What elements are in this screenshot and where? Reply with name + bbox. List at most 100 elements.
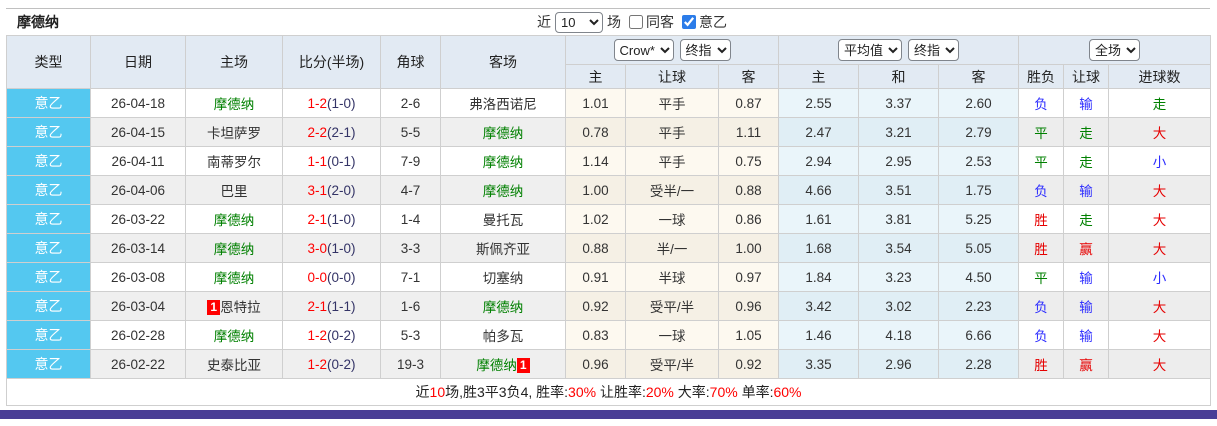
score-fulltime: 1-2 [307,327,327,343]
cell-result-2: 大 [1108,175,1212,205]
summary-line: 近10场,胜3平3负4, 胜率:30% 让胜率:20% 大率:70% 单率:60… [5,378,1212,406]
summary-segment: 让胜率: [596,384,646,400]
match-rows: 意乙 26-04-18 摩德纳 1-2(1-0) 2-6 弗洛西诺尼 1.01 平手 0.87 2… [6,88,1212,379]
cell-date: 26-03-08 [90,262,186,292]
cell-odds-1: 半球 [625,262,719,292]
team-name: 斯佩齐亚 [476,242,530,257]
subheader-odds-home: 主 [565,64,626,89]
cell-result-1: 赢 [1063,233,1110,263]
cell-odds-0: 0.78 [565,117,626,147]
cell-avg-0: 3.42 [778,291,860,321]
cell-result-2: 大 [1108,204,1212,234]
cell-result-2: 大 [1108,349,1212,379]
score-fulltime: 1-1 [307,153,327,169]
cell-odds-2: 1.05 [717,320,780,350]
cell-home-team: 摩德纳 [185,262,283,292]
cell-away-team: 摩德纳 [440,146,566,176]
same-away-toggle[interactable]: 同客 [625,12,674,32]
cell-corner: 4-7 [380,175,441,205]
cell-score: 2-1(1-0) [282,204,381,234]
cell-home-team: 南蒂罗尔 [185,146,283,176]
cell-corner: 19-3 [380,349,441,379]
score-fulltime: 2-1 [307,211,327,227]
cell-result-1: 走 [1063,146,1110,176]
cell-odds-0: 0.92 [565,291,626,321]
cell-home-team: 摩德纳 [185,204,283,234]
team-name: 曼托瓦 [482,213,524,228]
recent-count-select[interactable]: 10 [555,11,603,33]
cell-corner: 3-3 [380,233,441,263]
summary-segment: 70% [709,384,738,400]
cell-away-team: 曼托瓦 [440,204,566,234]
cell-score: 1-1(0-1) [282,146,381,176]
cell-away-team: 摩德纳 [440,117,566,147]
team-name: 卡坦萨罗 [207,126,261,141]
cell-avg-0: 1.46 [778,320,860,350]
subheader-odds-line: 让球 [625,64,719,89]
cell-result-0: 胜 [1018,233,1065,263]
odds-stage-select[interactable]: 终指 [679,39,731,61]
cell-result-1: 走 [1063,204,1110,234]
subheader-result-handicap: 让球 [1063,64,1110,89]
cell-avg-1: 3.37 [858,88,940,118]
score-halftime: (1-0) [327,211,356,227]
cell-result-0: 负 [1018,291,1065,321]
cell-result-0: 胜 [1018,349,1065,379]
cell-odds-2: 0.87 [717,88,780,118]
cell-avg-2: 2.23 [938,291,1020,321]
col-header-date: 日期 [90,35,186,89]
col-header-type: 类型 [6,35,91,89]
score-fulltime: 0-0 [307,269,327,285]
score-halftime: (0-2) [327,327,356,343]
cell-date: 26-03-04 [90,291,186,321]
cell-date: 26-04-18 [90,88,186,118]
team-name: 摩德纳 [482,155,524,170]
cell-result-1: 输 [1063,175,1110,205]
recent-label: 近 [537,14,551,30]
score-halftime: (1-0) [327,95,356,111]
cell-odds-0: 0.91 [565,262,626,292]
match-row: 意乙 26-04-15 卡坦萨罗 2-2(2-1) 5-5 摩德纳 0.78 平手 1.11 2.… [6,117,1212,147]
cell-result-0: 平 [1018,146,1065,176]
page-title: 摩德纳 [17,14,59,30]
cell-result-2: 大 [1108,291,1212,321]
odds-provider-select[interactable]: Crow* [613,39,674,61]
cell-avg-2: 1.75 [938,175,1020,205]
same-away-checkbox[interactable] [629,15,643,29]
score-halftime: (0-2) [327,356,356,372]
cell-avg-1: 3.54 [858,233,940,263]
cell-away-team: 摩德纳 [440,175,566,205]
matches-unit-label: 场 [607,14,621,30]
avg-type-select[interactable]: 平均值 [838,39,903,61]
cell-avg-1: 2.95 [858,146,940,176]
league-filter-toggle[interactable]: 意乙 [678,12,727,32]
cell-score: 3-1(2-0) [282,175,381,205]
cell-avg-0: 2.55 [778,88,860,118]
cell-league-type: 意乙 [6,88,91,118]
cell-away-team: 摩德纳 [440,291,566,321]
cell-result-2: 走 [1108,88,1212,118]
cell-league-type: 意乙 [6,262,91,292]
league-filter-checkbox[interactable] [682,15,696,29]
avg-stage-select[interactable]: 终指 [908,39,960,61]
score-fulltime: 3-0 [307,240,327,256]
cell-avg-2: 6.66 [938,320,1020,350]
cell-avg-2: 5.25 [938,204,1020,234]
cell-league-type: 意乙 [6,175,91,205]
match-row: 意乙 26-02-22 史泰比亚 1-2(0-2) 19-3 摩德纳 1 0.96 受平/半 0.… [6,349,1212,379]
rank-badge: 1 [516,358,530,373]
cell-avg-2: 4.50 [938,262,1020,292]
cell-corner: 5-3 [380,320,441,350]
cell-avg-0: 2.47 [778,117,860,147]
cell-odds-2: 0.88 [717,175,780,205]
cell-avg-1: 3.21 [858,117,940,147]
scope-select[interactable]: 全场 [1089,39,1141,61]
team-name: 摩德纳 [482,126,524,141]
match-history-table: 类型 日期 主场 比分(半场) 角球 客场 Crow* 终指 平均值 终指 全场… [5,35,1212,406]
cell-corner: 2-6 [380,88,441,118]
rank-badge: 1 [207,300,221,315]
cell-avg-1: 3.51 [858,175,940,205]
footer-bar [0,410,1217,419]
cell-result-1: 赢 [1063,349,1110,379]
subheader-avg-away: 客 [938,64,1020,89]
